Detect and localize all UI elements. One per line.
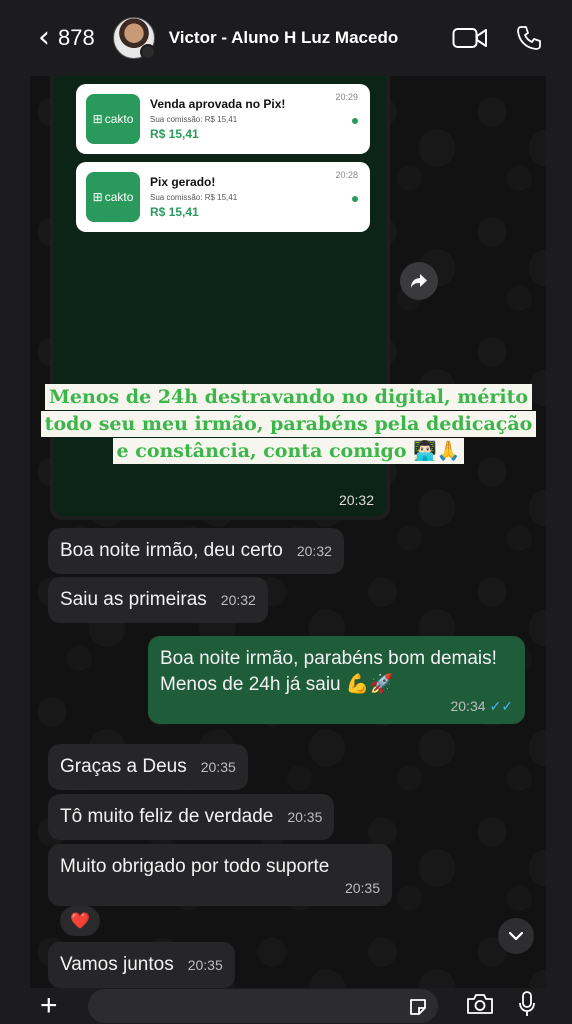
left-frame	[0, 0, 30, 1024]
unread-dot	[352, 196, 358, 202]
notification-time: 20:28	[335, 170, 358, 180]
microphone-icon[interactable]	[518, 990, 536, 1022]
message-text: Boa noite irmão, parabéns bom demais! Me…	[160, 648, 497, 695]
notification-amount: R$ 15,41	[150, 127, 199, 141]
camera-icon[interactable]	[466, 993, 494, 1020]
scroll-down-button[interactable]	[498, 918, 534, 954]
notification-title: Venda aprovada no Pix!	[150, 97, 286, 111]
avatar[interactable]	[112, 17, 156, 60]
caption-line: Menos de 24h destravando no digital, mér…	[44, 384, 533, 410]
chevron-left-icon: ‹	[38, 20, 50, 55]
phone-call-icon[interactable]	[516, 25, 542, 51]
message-bubble[interactable]: Boa noite irmão, deu certo 20:32	[48, 528, 344, 574]
chat-header: ‹ 878 Victor - Aluno H Luz Macedo	[0, 0, 572, 76]
message-time: 20:32	[338, 492, 374, 508]
unread-count: 878	[58, 25, 95, 50]
message-time: 20:35	[287, 809, 323, 825]
message-bubble[interactable]: Tô muito feliz de verdade 20:35	[48, 794, 335, 840]
message-bubble[interactable]: Vamos juntos 20:35	[48, 942, 235, 988]
chat-area[interactable]: ⊞ cakto Venda aprovada no Pix! Sua comiss…	[30, 76, 546, 988]
status-icon	[139, 44, 156, 60]
forward-icon	[411, 274, 427, 288]
message-text: Boa noite irmão, deu certo	[60, 540, 283, 561]
right-frame	[546, 0, 572, 1024]
cakto-logo: ⊞ cakto	[86, 172, 140, 222]
heart-reaction[interactable]: ❤️	[60, 906, 100, 936]
message-time: 20:34	[450, 698, 486, 714]
caption-line: todo seu meu irmão, parabéns pela dedica…	[40, 411, 537, 437]
cakto-logo: ⊞ cakto	[86, 94, 140, 144]
caption-line: e constância, conta comigo 👨🏻‍💻🙏	[112, 438, 465, 464]
back-button[interactable]: ‹ 878	[38, 23, 95, 53]
video-call-icon[interactable]	[452, 26, 488, 50]
message-text: Graças a Deus	[60, 756, 187, 777]
notification-card: ⊞ cakto Pix gerado! Sua comissão: R$ 15,4…	[76, 162, 370, 232]
message-time: 20:35	[344, 880, 380, 896]
forward-button[interactable]	[400, 262, 438, 300]
message-text: Saiu as primeiras	[60, 589, 207, 610]
message-bubble[interactable]: Muito obrigado por todo suporte 20:35	[48, 844, 392, 906]
read-ticks-icon: ✓✓	[489, 698, 513, 714]
unread-dot	[352, 118, 358, 124]
message-text: Vamos juntos	[60, 954, 174, 975]
message-bubble[interactable]: Saiu as primeiras 20:32	[48, 577, 268, 623]
message-time: 20:35	[187, 957, 223, 973]
sticker-icon[interactable]	[408, 997, 428, 1022]
notification-subtitle: Sua comissão: R$ 15,41	[150, 115, 238, 124]
message-time: 20:32	[220, 592, 256, 608]
contact-name[interactable]: Victor - Aluno H Luz Macedo	[169, 28, 399, 48]
message-time: 20:32	[296, 543, 332, 559]
plus-icon[interactable]: +	[40, 991, 70, 1021]
message-text: Muito obrigado por todo suporte	[60, 856, 330, 877]
notification-amount: R$ 15,41	[150, 205, 199, 219]
notification-time: 20:29	[335, 92, 358, 102]
notification-card: ⊞ cakto Venda aprovada no Pix! Sua comiss…	[76, 84, 370, 154]
message-time: 20:35	[200, 759, 236, 775]
notification-subtitle: Sua comissão: R$ 15,41	[150, 193, 238, 202]
message-bubble[interactable]: Graças a Deus 20:35	[48, 744, 248, 790]
chevron-down-icon	[508, 931, 524, 941]
image-caption: Menos de 24h destravando no digital, mér…	[30, 384, 546, 465]
message-input[interactable]	[88, 989, 438, 1023]
message-text: Tô muito feliz de verdade	[60, 806, 274, 827]
notification-title: Pix gerado!	[150, 175, 216, 189]
message-composer: +	[30, 988, 546, 1024]
message-bubble[interactable]: Boa noite irmão, parabéns bom demais! Me…	[148, 636, 525, 724]
